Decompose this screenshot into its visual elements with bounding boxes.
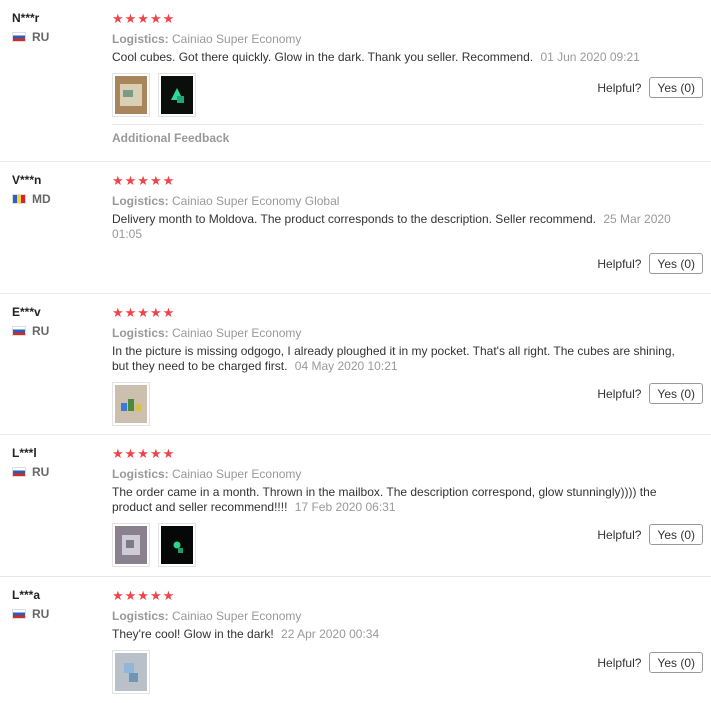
logistics-label: Logistics: [112,609,169,623]
review-photo-thumbnail[interactable] [112,523,150,567]
review-photo-thumbnail[interactable] [112,650,150,694]
helpful-yes-button[interactable]: Yes (0) [649,253,703,274]
country-code: RU [32,465,50,479]
logistics-value: Cainiao Super Economy [172,32,302,46]
glowing-cubes-photo-icon [161,76,193,114]
review-content: ★★★★★ Logistics: Cainiao Super Economy T… [112,447,703,567]
star-rating: ★★★★★ [112,446,176,461]
reviewer-name: L***a [12,588,41,602]
helpful-yes-button[interactable]: Yes (0) [649,383,703,404]
logistics-info: Logistics: Cainiao Super Economy [112,466,703,482]
cubes-photo-icon [115,385,147,423]
helpful-section: Helpful? Yes (0) [597,77,703,98]
helpful-label: Helpful? [597,655,642,670]
helpful-section: Helpful? Yes (0) [597,253,703,274]
glowing-cubes-photo-icon [161,526,193,564]
helpful-label: Helpful? [597,386,642,401]
russia-flag-icon [12,326,26,336]
logistics-value: Cainiao Super Economy [172,609,302,623]
logistics-info: Logistics: Cainiao Super Economy [112,608,703,624]
logistics-value: Cainiao Super Economy Global [172,194,340,208]
star-rating: ★★★★★ [112,588,176,603]
reviewer-country: RU [12,324,102,338]
logistics-info: Logistics: Cainiao Super Economy Global [112,193,703,209]
cubes-photo-icon [115,653,147,691]
country-code: RU [32,30,50,44]
helpful-section: Helpful? Yes (0) [597,652,703,673]
logistics-label: Logistics: [112,326,169,340]
review-photo-thumbnail[interactable] [112,382,150,426]
review-date: 01 Jun 2020 09:21 [540,50,640,64]
reviewer-info: E***v RU [12,304,102,338]
additional-feedback[interactable]: Additional Feedback [112,124,703,145]
reviewer-country: RU [12,607,102,621]
reviewer-country: RU [12,465,102,479]
review-text: They're cool! Glow in the dark! 22 Apr 2… [112,627,703,642]
review-text: Delivery month to Moldova. The product c… [112,212,703,242]
helpful-section: Helpful? Yes (0) [597,383,703,404]
package-photo-icon [115,526,147,564]
logistics-label: Logistics: [112,467,169,481]
reviewer-info: V***n MD [12,172,102,206]
helpful-label: Helpful? [597,80,642,95]
reviewer-info: N***r RU [12,10,102,44]
review-item: L***a RU ★★★★★ Logistics: Cainiao Super … [0,577,711,703]
review-text: Cool cubes. Got there quickly. Glow in t… [112,50,703,65]
country-code: RU [32,607,50,621]
logistics-label: Logistics: [112,32,169,46]
helpful-yes-button[interactable]: Yes (0) [649,652,703,673]
star-rating: ★★★★★ [112,305,176,320]
russia-flag-icon [12,32,26,42]
review-date: 04 May 2020 10:21 [294,359,398,373]
reviewer-name: V***n [12,173,42,187]
review-content: ★★★★★ Logistics: Cainiao Super Economy C… [112,12,703,117]
review-text: The order came in a month. Thrown in the… [112,485,703,515]
reviewer-name: E***v [12,305,41,319]
review-body: Cool cubes. Got there quickly. Glow in t… [112,50,534,64]
review-date: 22 Apr 2020 00:34 [281,627,380,641]
moldova-flag-icon [12,194,26,204]
package-photo-icon [115,76,147,114]
review-content: ★★★★★ Logistics: Cainiao Super Economy T… [112,589,703,694]
review-date: 17 Feb 2020 06:31 [294,500,396,514]
helpful-yes-button[interactable]: Yes (0) [649,524,703,545]
logistics-value: Cainiao Super Economy [172,326,302,340]
helpful-section: Helpful? Yes (0) [597,524,703,545]
review-item: N***r RU ★★★★★ Logistics: Cainiao Super … [0,0,711,162]
reviewer-name: L***l [12,446,37,460]
logistics-info: Logistics: Cainiao Super Economy [112,325,703,341]
reviewer-info: L***l RU [12,445,102,479]
review-body: Delivery month to Moldova. The product c… [112,212,597,226]
review-body: They're cool! Glow in the dark! [112,627,274,641]
russia-flag-icon [12,609,26,619]
reviewer-country: MD [12,192,102,206]
helpful-label: Helpful? [597,527,642,542]
review-photo-thumbnail[interactable] [158,523,196,567]
helpful-label: Helpful? [597,256,642,271]
logistics-label: Logistics: [112,194,169,208]
logistics-info: Logistics: Cainiao Super Economy [112,31,703,47]
logistics-value: Cainiao Super Economy [172,467,302,481]
country-code: MD [32,192,51,206]
reviewer-name: N***r [12,11,40,25]
review-text: In the picture is missing odgogo, I alre… [112,344,703,374]
review-content: ★★★★★ Logistics: Cainiao Super Economy G… [112,174,703,242]
reviewer-info: L***a RU [12,587,102,621]
review-photo-thumbnail[interactable] [112,73,150,117]
review-item: L***l RU ★★★★★ Logistics: Cainiao Super … [0,435,711,577]
reviewer-country: RU [12,30,102,44]
star-rating: ★★★★★ [112,11,176,26]
star-rating: ★★★★★ [112,173,176,188]
review-item: E***v RU ★★★★★ Logistics: Cainiao Super … [0,294,711,435]
country-code: RU [32,324,50,338]
review-content: ★★★★★ Logistics: Cainiao Super Economy I… [112,306,703,426]
review-photo-thumbnail[interactable] [158,73,196,117]
review-item: V***n MD ★★★★★ Logistics: Cainiao Super … [0,162,711,294]
russia-flag-icon [12,467,26,477]
helpful-yes-button[interactable]: Yes (0) [649,77,703,98]
